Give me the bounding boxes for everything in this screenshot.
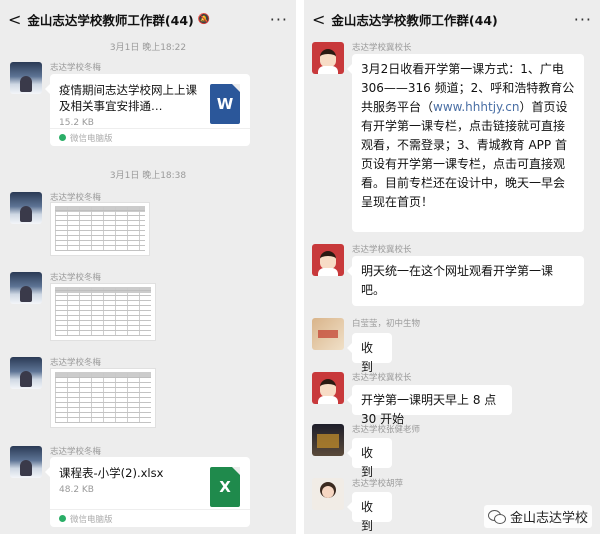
more-icon[interactable]: ··· <box>270 10 288 29</box>
message-bubble[interactable]: 3月2日收看开学第一课方式：1、广电 306——316 频道；2、呼和浩特教育公… <box>347 54 584 232</box>
message-text: 收到 <box>361 341 374 374</box>
message-bubble[interactable]: 开学第一课明天早上 8 点 30 开始 <box>347 385 512 426</box>
message-text: ）首页设有开学第一课专栏，点击链接就可直接观看，不需登录；3、青城教育 APP … <box>361 100 568 209</box>
avatar[interactable] <box>10 357 42 389</box>
wechat-pc-icon <box>59 515 66 522</box>
avatar[interactable] <box>312 424 344 456</box>
file-message-xlsx[interactable]: 课程表-小学(2).xlsx 48.2 KB X 微信电脑版 <box>45 457 250 527</box>
image-message-schedule[interactable] <box>50 283 156 341</box>
sender-name: 志达学校张健老师 <box>352 425 421 435</box>
chat-title: 金山志达学校教师工作群(44) <box>27 12 194 28</box>
chat-header: < 金山志达学校教师工作群(44) 🔕 ··· <box>0 0 296 38</box>
excel-file-icon: X <box>210 467 240 507</box>
avatar[interactable] <box>10 192 42 224</box>
watermark-label: 金山志达学校 <box>509 511 588 526</box>
file-source-label: 微信电脑版 <box>70 515 113 525</box>
avatar[interactable] <box>312 372 344 404</box>
avatar[interactable] <box>10 446 42 478</box>
file-source: 微信电脑版 <box>50 128 250 146</box>
file-title: 课程表-小学(2).xlsx <box>59 466 164 480</box>
word-file-icon: W <box>210 84 240 124</box>
chat-title: 金山志达学校教师工作群(44) <box>331 12 498 28</box>
timestamp: 3月1日 晚上18:22 <box>109 43 187 53</box>
sender-name: 志达学校冬梅 <box>50 63 102 73</box>
watermark: 金山志达学校 <box>483 505 592 528</box>
left-chat-screenshot: < 金山志达学校教师工作群(44) 🔕 ··· 3月1日 晚上18:22 志达学… <box>0 0 296 534</box>
message-link[interactable]: www.hhhtjy.cn <box>433 100 519 114</box>
message-text: 明天统一在这个网址观看开学第一课吧。 <box>361 264 554 297</box>
sender-name: 志达学校胡萍 <box>352 479 404 489</box>
avatar[interactable] <box>312 478 344 510</box>
file-source-label: 微信电脑版 <box>70 134 113 144</box>
more-icon[interactable]: ··· <box>574 10 592 29</box>
sender-name: 志达学校冬梅 <box>50 447 102 457</box>
sender-name: 志达学校冀校长 <box>352 373 412 383</box>
avatar[interactable] <box>10 272 42 304</box>
message-text: 收到 <box>361 500 374 533</box>
chat-header: < 金山志达学校教师工作群(44) ··· <box>304 0 600 38</box>
avatar[interactable] <box>312 318 344 350</box>
avatar[interactable] <box>312 42 344 74</box>
message-bubble[interactable]: 收到 <box>347 438 392 479</box>
message-bubble[interactable]: 明天统一在这个网址观看开学第一课吧。 <box>347 256 584 306</box>
message-text: 收到 <box>361 446 374 479</box>
message-text: 开学第一课明天早上 8 点 30 开始 <box>361 393 497 426</box>
file-source: 微信电脑版 <box>50 509 250 527</box>
image-message-schedule[interactable] <box>50 368 156 428</box>
sender-name: 白莹莹，初中生物 <box>352 319 421 329</box>
sender-name: 志达学校冬梅 <box>50 358 102 368</box>
mute-icon: 🔕 <box>197 13 211 25</box>
back-icon[interactable]: < <box>312 10 325 29</box>
wechat-pc-icon <box>59 134 66 141</box>
sender-name: 志达学校冬梅 <box>50 273 102 283</box>
right-chat-screenshot: < 金山志达学校教师工作群(44) ··· 志达学校冀校长 3月2日收看开学第一… <box>304 0 600 534</box>
wechat-official-account-icon <box>487 509 506 524</box>
message-bubble[interactable]: 收到 <box>347 333 392 374</box>
avatar[interactable] <box>312 244 344 276</box>
timestamp: 3月1日 晚上18:38 <box>109 171 187 181</box>
sender-name: 志达学校冀校长 <box>352 245 412 255</box>
message-bubble[interactable]: 收到 <box>347 492 392 533</box>
back-icon[interactable]: < <box>8 10 21 29</box>
avatar[interactable] <box>10 62 42 94</box>
image-message-schedule[interactable] <box>50 202 150 256</box>
file-title: 疫情期间志达学校网上上课及相关事宜安排通… <box>59 83 197 113</box>
file-message-doc[interactable]: 疫情期间志达学校网上上课及相关事宜安排通… 15.2 KB W 微信电脑版 <box>45 74 250 146</box>
sender-name: 志达学校冀校长 <box>352 43 412 53</box>
